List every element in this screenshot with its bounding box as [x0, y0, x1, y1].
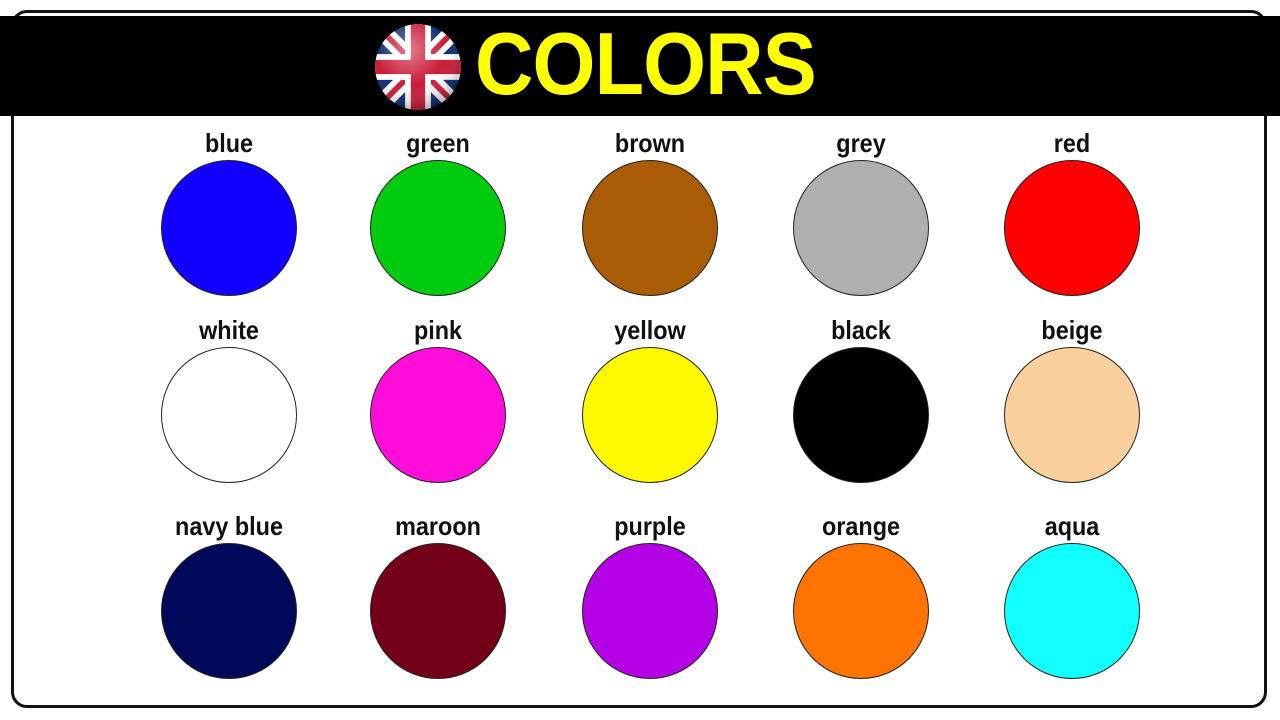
color-swatch — [1004, 543, 1140, 679]
color-swatch — [370, 543, 506, 679]
color-swatch — [161, 543, 297, 679]
color-label: yellow — [614, 315, 686, 345]
color-label: red — [1053, 128, 1091, 158]
color-swatch — [582, 160, 718, 296]
color-item: red — [972, 128, 1172, 303]
color-label: green — [406, 128, 470, 158]
color-swatch — [582, 347, 718, 483]
color-label: aqua — [1044, 511, 1100, 541]
color-item: beige — [972, 315, 1172, 490]
color-item: brown — [550, 128, 750, 303]
color-label: pink — [413, 315, 463, 345]
color-swatch — [370, 347, 506, 483]
color-item: white — [129, 315, 329, 490]
color-label: white — [199, 315, 259, 345]
color-swatch — [1004, 347, 1140, 483]
uk-flag-icon — [375, 24, 461, 110]
page-title: COLORS — [475, 14, 817, 113]
color-item: yellow — [550, 315, 750, 490]
color-swatch — [793, 543, 929, 679]
color-item: black — [761, 315, 961, 490]
color-swatch — [1004, 160, 1140, 296]
color-label: orange — [821, 511, 901, 541]
color-item: green — [338, 128, 538, 303]
color-swatch — [161, 347, 297, 483]
color-item: blue — [129, 128, 329, 303]
color-swatch — [370, 160, 506, 296]
color-swatch — [793, 347, 929, 483]
color-swatch — [793, 160, 929, 296]
color-swatch — [161, 160, 297, 296]
color-label: brown — [614, 128, 686, 158]
color-label: maroon — [395, 511, 481, 541]
color-label: beige — [1041, 315, 1103, 345]
color-label: blue — [204, 128, 254, 158]
color-item: grey — [761, 128, 961, 303]
color-label: black — [831, 315, 891, 345]
color-label: purple — [614, 511, 686, 541]
color-item: pink — [338, 315, 538, 490]
color-item: aqua — [972, 511, 1172, 686]
color-swatch — [582, 543, 718, 679]
color-item: maroon — [338, 511, 538, 686]
color-item: purple — [550, 511, 750, 686]
color-item: orange — [761, 511, 961, 686]
color-item: navy blue — [129, 511, 329, 686]
color-label: navy blue — [175, 511, 283, 541]
color-label: grey — [836, 128, 886, 158]
